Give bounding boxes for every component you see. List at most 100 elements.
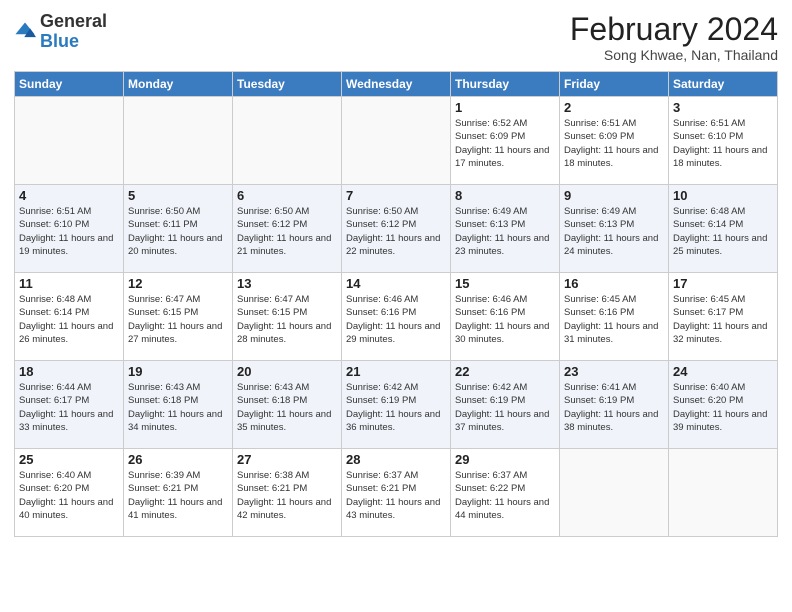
- calendar-cell: 5 Sunrise: 6:50 AM Sunset: 6:11 PM Daylig…: [124, 185, 233, 273]
- day-info: Sunrise: 6:48 AM Sunset: 6:14 PM Dayligh…: [673, 205, 773, 258]
- calendar-cell: [15, 97, 124, 185]
- calendar-cell: 29Sunrise: 6:37 AM Sunset: 6:22 PM Dayli…: [451, 449, 560, 537]
- day-info: Sunrise: 6:44 AM Sunset: 6:17 PM Dayligh…: [19, 381, 119, 434]
- day-number: 15: [455, 276, 555, 291]
- day-header-friday: Friday: [560, 72, 669, 97]
- day-number: 8: [455, 188, 555, 203]
- day-number: 6: [237, 188, 337, 203]
- calendar-cell: 25 Sunrise: 6:40 AM Sunset: 6:20 PM Dayli…: [15, 449, 124, 537]
- calendar-cell: [342, 97, 451, 185]
- calendar-cell: 12 Sunrise: 6:47 AM Sunset: 6:15 PM Dayli…: [124, 273, 233, 361]
- logo: General Blue: [14, 12, 107, 52]
- day-header-wednesday: Wednesday: [342, 72, 451, 97]
- calendar-cell: 28 Sunrise: 6:37 AM Sunset: 6:21 PM Dayli…: [342, 449, 451, 537]
- day-info: Sunrise: 6:42 AM Sunset: 6:19 PM Dayligh…: [455, 381, 555, 434]
- logo-general-text: General: [40, 11, 107, 31]
- day-number: 5: [128, 188, 228, 203]
- calendar-cell: 6 Sunrise: 6:50 AM Sunset: 6:12 PM Daylig…: [233, 185, 342, 273]
- calendar-cell: 19 Sunrise: 6:43 AM Sunset: 6:18 PM Dayli…: [124, 361, 233, 449]
- calendar-cell: 22 Sunrise: 6:42 AM Sunset: 6:19 PM Dayli…: [451, 361, 560, 449]
- day-info: Sunrise: 6:49 AM Sunset: 6:13 PM Dayligh…: [564, 205, 664, 258]
- day-number: 26: [128, 452, 228, 467]
- calendar-cell: 10 Sunrise: 6:48 AM Sunset: 6:14 PM Dayli…: [669, 185, 778, 273]
- day-header-thursday: Thursday: [451, 72, 560, 97]
- day-number: 20: [237, 364, 337, 379]
- day-info: Sunrise: 6:51 AM Sunset: 6:10 PM Dayligh…: [673, 117, 773, 170]
- calendar-cell: 27 Sunrise: 6:38 AM Sunset: 6:21 PM Dayli…: [233, 449, 342, 537]
- day-number: 10: [673, 188, 773, 203]
- calendar-cell: [233, 97, 342, 185]
- day-info: Sunrise: 6:50 AM Sunset: 6:12 PM Dayligh…: [237, 205, 337, 258]
- day-info: Sunrise: 6:45 AM Sunset: 6:17 PM Dayligh…: [673, 293, 773, 346]
- day-number: 18: [19, 364, 119, 379]
- day-number: 27: [237, 452, 337, 467]
- day-info: Sunrise: 6:51 AM Sunset: 6:09 PM Dayligh…: [564, 117, 664, 170]
- day-number: 1: [455, 100, 555, 115]
- day-number: 3: [673, 100, 773, 115]
- day-number: 25: [19, 452, 119, 467]
- day-number: 23: [564, 364, 664, 379]
- calendar-cell: [124, 97, 233, 185]
- title-block: February 2024 Song Khwae, Nan, Thailand: [570, 12, 778, 63]
- calendar-cell: 23 Sunrise: 6:41 AM Sunset: 6:19 PM Dayli…: [560, 361, 669, 449]
- calendar-cell: 11 Sunrise: 6:48 AM Sunset: 6:14 PM Dayli…: [15, 273, 124, 361]
- calendar-cell: 8 Sunrise: 6:49 AM Sunset: 6:13 PM Daylig…: [451, 185, 560, 273]
- day-info: Sunrise: 6:46 AM Sunset: 6:16 PM Dayligh…: [455, 293, 555, 346]
- day-info: Sunrise: 6:45 AM Sunset: 6:16 PM Dayligh…: [564, 293, 664, 346]
- day-number: 28: [346, 452, 446, 467]
- calendar-cell: 7 Sunrise: 6:50 AM Sunset: 6:12 PM Daylig…: [342, 185, 451, 273]
- calendar-cell: 18 Sunrise: 6:44 AM Sunset: 6:17 PM Dayli…: [15, 361, 124, 449]
- day-number: 24: [673, 364, 773, 379]
- day-info: Sunrise: 6:43 AM Sunset: 6:18 PM Dayligh…: [128, 381, 228, 434]
- calendar-cell: 24 Sunrise: 6:40 AM Sunset: 6:20 PM Dayli…: [669, 361, 778, 449]
- calendar-cell: 17Sunrise: 6:45 AM Sunset: 6:17 PM Dayli…: [669, 273, 778, 361]
- day-number: 14: [346, 276, 446, 291]
- day-info: Sunrise: 6:37 AM Sunset: 6:22 PM Dayligh…: [455, 469, 555, 522]
- calendar-cell: 1 Sunrise: 6:52 AM Sunset: 6:09 PM Daylig…: [451, 97, 560, 185]
- day-info: Sunrise: 6:37 AM Sunset: 6:21 PM Dayligh…: [346, 469, 446, 522]
- day-info: Sunrise: 6:47 AM Sunset: 6:15 PM Dayligh…: [237, 293, 337, 346]
- day-info: Sunrise: 6:49 AM Sunset: 6:13 PM Dayligh…: [455, 205, 555, 258]
- calendar-cell: 2 Sunrise: 6:51 AM Sunset: 6:09 PM Daylig…: [560, 97, 669, 185]
- day-info: Sunrise: 6:48 AM Sunset: 6:14 PM Dayligh…: [19, 293, 119, 346]
- day-info: Sunrise: 6:42 AM Sunset: 6:19 PM Dayligh…: [346, 381, 446, 434]
- day-number: 12: [128, 276, 228, 291]
- calendar-cell: 13 Sunrise: 6:47 AM Sunset: 6:15 PM Dayli…: [233, 273, 342, 361]
- day-info: Sunrise: 6:41 AM Sunset: 6:19 PM Dayligh…: [564, 381, 664, 434]
- calendar-cell: 16 Sunrise: 6:45 AM Sunset: 6:16 PM Dayli…: [560, 273, 669, 361]
- day-number: 2: [564, 100, 664, 115]
- day-number: 16: [564, 276, 664, 291]
- day-number: 21: [346, 364, 446, 379]
- day-info: Sunrise: 6:50 AM Sunset: 6:11 PM Dayligh…: [128, 205, 228, 258]
- day-info: Sunrise: 6:43 AM Sunset: 6:18 PM Dayligh…: [237, 381, 337, 434]
- calendar-cell: 20 Sunrise: 6:43 AM Sunset: 6:18 PM Dayli…: [233, 361, 342, 449]
- calendar-location: Song Khwae, Nan, Thailand: [570, 47, 778, 63]
- day-info: Sunrise: 6:40 AM Sunset: 6:20 PM Dayligh…: [673, 381, 773, 434]
- day-info: Sunrise: 6:38 AM Sunset: 6:21 PM Dayligh…: [237, 469, 337, 522]
- day-number: 19: [128, 364, 228, 379]
- page: General Blue February 2024 Song Khwae, N…: [0, 0, 792, 612]
- day-info: Sunrise: 6:52 AM Sunset: 6:09 PM Dayligh…: [455, 117, 555, 170]
- calendar-cell: 4 Sunrise: 6:51 AM Sunset: 6:10 PM Daylig…: [15, 185, 124, 273]
- day-info: Sunrise: 6:50 AM Sunset: 6:12 PM Dayligh…: [346, 205, 446, 258]
- calendar-cell: 14Sunrise: 6:46 AM Sunset: 6:16 PM Dayli…: [342, 273, 451, 361]
- day-info: Sunrise: 6:51 AM Sunset: 6:10 PM Dayligh…: [19, 205, 119, 258]
- logo-blue-text: Blue: [40, 31, 79, 51]
- day-header-tuesday: Tuesday: [233, 72, 342, 97]
- day-header-saturday: Saturday: [669, 72, 778, 97]
- calendar-cell: 3 Sunrise: 6:51 AM Sunset: 6:10 PM Daylig…: [669, 97, 778, 185]
- day-info: Sunrise: 6:47 AM Sunset: 6:15 PM Dayligh…: [128, 293, 228, 346]
- calendar-cell: 26 Sunrise: 6:39 AM Sunset: 6:21 PM Dayli…: [124, 449, 233, 537]
- day-number: 11: [19, 276, 119, 291]
- day-number: 4: [19, 188, 119, 203]
- calendar-cell: 21 Sunrise: 6:42 AM Sunset: 6:19 PM Dayli…: [342, 361, 451, 449]
- day-number: 9: [564, 188, 664, 203]
- day-info: Sunrise: 6:40 AM Sunset: 6:20 PM Dayligh…: [19, 469, 119, 522]
- calendar-table: SundayMondayTuesdayWednesdayThursdayFrid…: [14, 71, 778, 537]
- day-number: 13: [237, 276, 337, 291]
- day-info: Sunrise: 6:39 AM Sunset: 6:21 PM Dayligh…: [128, 469, 228, 522]
- day-number: 7: [346, 188, 446, 203]
- header: General Blue February 2024 Song Khwae, N…: [14, 12, 778, 63]
- day-number: 22: [455, 364, 555, 379]
- day-header-monday: Monday: [124, 72, 233, 97]
